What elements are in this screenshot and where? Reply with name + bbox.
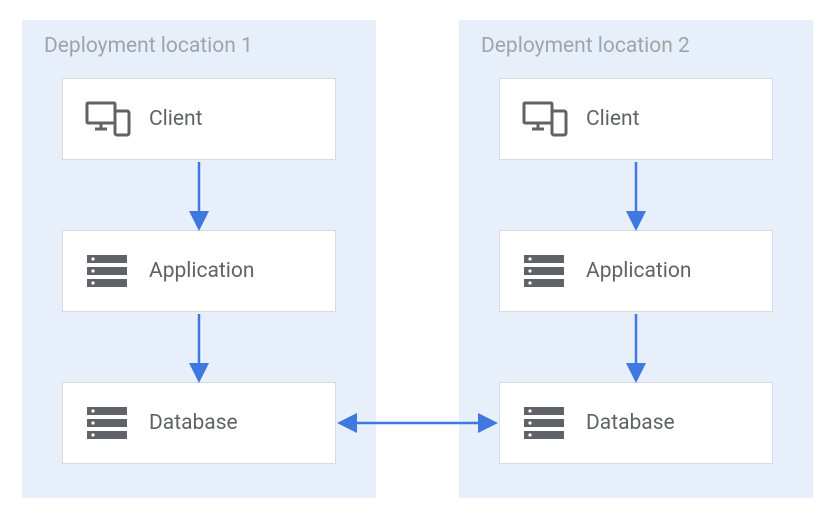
database-node-2: Database: [499, 382, 773, 464]
client-node-2: Client: [499, 78, 773, 160]
client-node-1: Client: [62, 78, 336, 160]
application-node-1: Application: [62, 230, 336, 312]
database-icon: [85, 403, 131, 443]
server-icon: [522, 251, 568, 291]
client-devices-icon: [85, 99, 131, 139]
client-label-2: Client: [586, 107, 639, 131]
application-label-1: Application: [149, 259, 254, 283]
deployment-location-2: Deployment location 2 Client: [459, 20, 813, 498]
server-icon: [85, 251, 131, 291]
database-icon: [522, 403, 568, 443]
database-node-1: Database: [62, 382, 336, 464]
location-1-title: Deployment location 1: [44, 34, 253, 58]
diagram-canvas: Deployment location 1 Client: [0, 0, 834, 524]
database-label-1: Database: [149, 411, 238, 435]
client-label-1: Client: [149, 107, 202, 131]
application-node-2: Application: [499, 230, 773, 312]
database-label-2: Database: [586, 411, 675, 435]
deployment-location-1: Deployment location 1 Client: [22, 20, 376, 498]
application-label-2: Application: [586, 259, 691, 283]
client-devices-icon: [522, 99, 568, 139]
location-2-title: Deployment location 2: [481, 34, 690, 58]
